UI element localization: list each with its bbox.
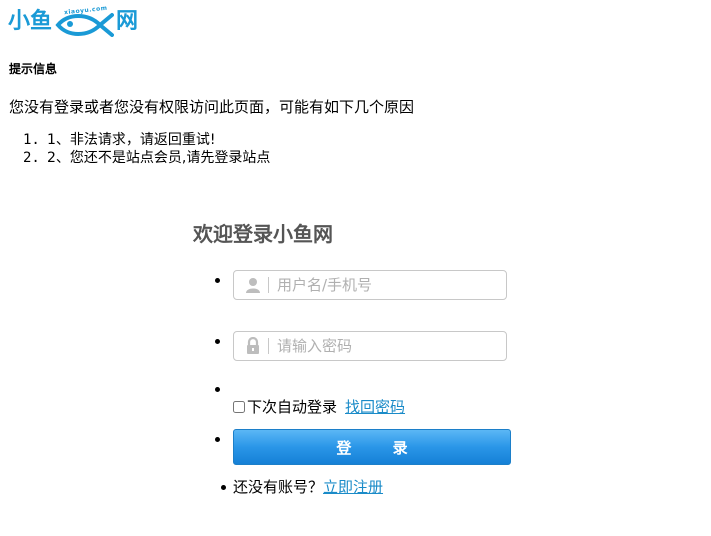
remember-label[interactable]: 下次自动登录 <box>247 396 337 417</box>
register-link[interactable]: 立即注册 <box>323 476 383 497</box>
fish-logo-icon: xiaoyu.com <box>54 5 115 37</box>
no-account-text: 还没有账号？ <box>233 478 324 496</box>
reason-list: 1. 1、非法请求，请返回重试! 2. 2、您还不是站点会员,请先登录站点 <box>23 131 270 167</box>
register-row: 还没有账号？ 立即注册 <box>233 476 383 497</box>
tip-title: 提示信息 <box>9 62 58 76</box>
username-field-wrapper[interactable] <box>233 270 507 300</box>
user-icon <box>242 274 264 296</box>
username-input[interactable] <box>277 276 487 294</box>
list-item: 1. 1、非法请求，请返回重试! <box>23 131 270 149</box>
remember-row: 下次自动登录 找回密码 <box>233 396 405 417</box>
site-logo[interactable]: 小鱼 xiaoyu.com 网 <box>8 5 139 38</box>
list-item-number: 1. <box>23 132 40 148</box>
forgot-password-link[interactable]: 找回密码 <box>345 396 405 417</box>
list-item-text: 1、非法请求，请返回重试! <box>47 132 216 148</box>
login-button[interactable]: 登 录 <box>233 429 511 465</box>
bullet-icon <box>215 339 220 344</box>
remember-checkbox[interactable] <box>233 400 245 413</box>
bullet-icon <box>215 278 220 283</box>
bullet-icon <box>221 485 226 490</box>
list-item-text: 2、您还不是站点会员,请先登录站点 <box>47 150 271 166</box>
password-field-wrapper[interactable] <box>233 331 507 361</box>
logo-text-left: 小鱼 <box>8 9 53 34</box>
password-input[interactable] <box>277 337 487 355</box>
list-item-number: 2. <box>23 150 40 166</box>
logo-text-right: 网 <box>116 9 139 34</box>
bullet-icon <box>215 437 220 442</box>
login-title: 欢迎登录小鱼网 <box>193 222 333 246</box>
input-separator <box>268 338 269 354</box>
list-item: 2. 2、您还不是站点会员,请先登录站点 <box>23 149 270 167</box>
input-separator <box>268 277 269 293</box>
lock-icon <box>242 335 264 357</box>
tip-description: 您没有登录或者您没有权限访问此页面，可能有如下几个原因 <box>9 98 415 116</box>
bullet-icon <box>215 387 220 392</box>
